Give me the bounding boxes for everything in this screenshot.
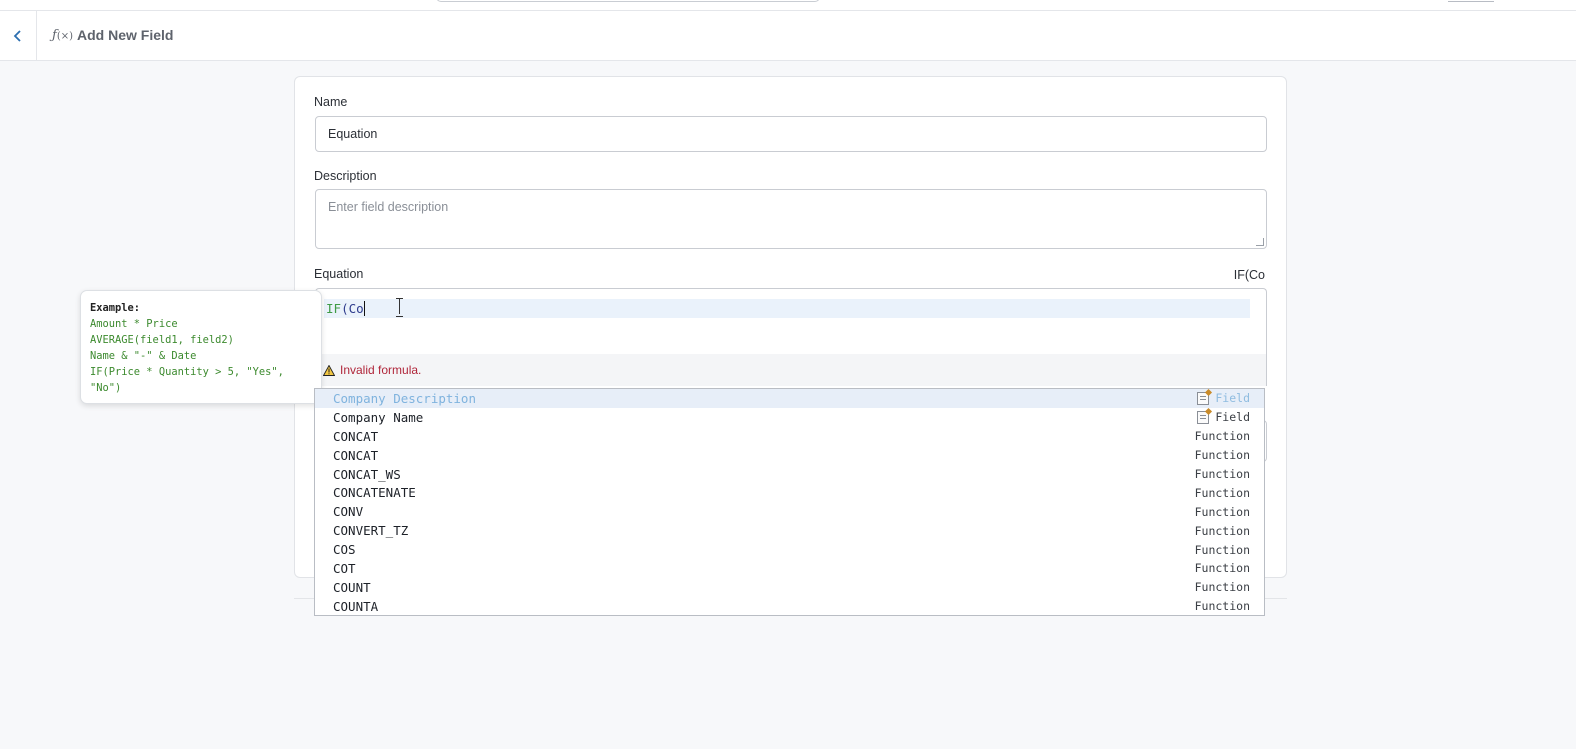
autocomplete-option-type: Function xyxy=(1195,559,1250,578)
tooltip-example: Name & "-" & Date xyxy=(90,350,197,362)
autocomplete-option-label: COT xyxy=(333,560,356,576)
autocomplete-option-type: Function xyxy=(1195,427,1250,446)
description-label: Description xyxy=(314,169,377,183)
autocomplete-option-label: COUNT xyxy=(333,579,371,595)
equation-editor[interactable]: IF(Co xyxy=(315,288,1267,354)
autocomplete-option-label: CONCATENATE xyxy=(333,485,416,501)
autocomplete-option-label: Company Name xyxy=(333,409,424,425)
global-search-input[interactable] xyxy=(436,0,820,2)
autocomplete-option-type: Function xyxy=(1195,521,1250,540)
autocomplete-option[interactable]: CONCATENATE Function xyxy=(315,483,1264,502)
autocomplete-option-type-label: Function xyxy=(1194,429,1250,444)
tooltip-heading: Example: xyxy=(90,302,141,314)
autocomplete-option-label: COS xyxy=(333,542,356,558)
tooltip-example: AVERAGE(field1, field2) xyxy=(90,334,234,346)
tooltip-example: Amount * Price xyxy=(90,318,178,330)
autocomplete-option[interactable]: CONVERT_TZ Function xyxy=(315,521,1264,540)
autocomplete-option[interactable]: CONCAT Function xyxy=(315,446,1264,465)
autocomplete-option-type-label: Function xyxy=(1194,467,1250,481)
autocomplete-option-label: COUNTA xyxy=(333,598,379,614)
autocomplete-option-type-label: Function xyxy=(1194,485,1250,500)
autocomplete-option-type: Function xyxy=(1195,540,1250,559)
autocomplete-option-type-label: Function xyxy=(1194,504,1250,519)
autocomplete-option-label: CONCAT xyxy=(333,447,379,463)
autocomplete-option-type: Field xyxy=(1197,408,1250,427)
autocomplete-option[interactable]: COUNTA Function xyxy=(315,597,1264,615)
autocomplete-option-type-label: Function xyxy=(1194,542,1250,557)
autocomplete-option-type-label: Function xyxy=(1194,523,1250,538)
active-line-highlight xyxy=(324,299,1250,318)
page-header: ƒ(×) Add New Field xyxy=(0,11,1576,61)
chevron-left-icon xyxy=(13,29,21,42)
name-label: Name xyxy=(314,95,348,109)
autocomplete-option-type: Function xyxy=(1195,502,1250,521)
autocomplete-option-label: Company Description xyxy=(333,390,476,406)
autocomplete-option[interactable]: COS Function xyxy=(315,540,1264,559)
autocomplete-option[interactable]: CONCAT Function xyxy=(315,427,1264,446)
formula-error: Invalid formula. xyxy=(315,354,1267,386)
page-title: ƒ(×) Add New Field xyxy=(52,27,173,43)
user-menu[interactable] xyxy=(1448,0,1494,2)
name-field[interactable]: Equation xyxy=(315,116,1267,152)
autocomplete-option[interactable]: Company Name Field xyxy=(315,408,1264,427)
formula-examples-tooltip: Example: Amount * Price AVERAGE(field1, … xyxy=(80,290,322,404)
autocomplete-option-type-label: Function xyxy=(1194,599,1250,614)
autocomplete-option-label: CONCAT_WS xyxy=(333,466,401,482)
document-icon xyxy=(1197,410,1210,424)
autocomplete-option[interactable]: COT Function xyxy=(315,559,1264,578)
text-caret xyxy=(363,301,365,316)
page-title-text: Add New Field xyxy=(77,27,174,43)
description-placeholder: Enter field description xyxy=(328,200,449,214)
autocomplete-option-type: Function xyxy=(1195,446,1250,465)
autocomplete-option-label: CONV xyxy=(333,504,364,520)
back-button[interactable] xyxy=(0,11,37,60)
error-text: Invalid formula. xyxy=(340,363,422,377)
document-icon xyxy=(1197,391,1210,405)
autocomplete-dropdown[interactable]: Company Description Field Company Name Fiel… xyxy=(314,388,1265,616)
autocomplete-option-label: CONVERT_TZ xyxy=(333,523,409,539)
autocomplete-option-type-label: Field xyxy=(1215,410,1250,425)
autocomplete-option[interactable]: CONCAT_WS Function xyxy=(315,465,1264,484)
top-navbar xyxy=(0,0,1576,11)
autocomplete-option-type: Function xyxy=(1195,465,1250,484)
autocomplete-option-type: Function xyxy=(1194,597,1250,615)
function-icon: ƒ(×) xyxy=(52,27,73,43)
resize-handle-icon[interactable] xyxy=(1256,238,1264,246)
equation-preview: IF(Co xyxy=(1233,268,1265,282)
autocomplete-option-label: CONCAT xyxy=(333,428,379,444)
equation-code: IF(Co xyxy=(326,301,365,316)
autocomplete-option-type-label: Field xyxy=(1215,391,1250,406)
description-field[interactable]: Enter field description xyxy=(315,189,1267,249)
ibeam-cursor-icon xyxy=(396,298,404,317)
autocomplete-option[interactable]: CONV Function xyxy=(315,502,1264,521)
tooltip-example: "No") xyxy=(90,382,122,394)
autocomplete-option-type-label: Function xyxy=(1194,580,1250,595)
autocomplete-option-type: Field xyxy=(1197,389,1250,408)
autocomplete-option-type: Function xyxy=(1195,578,1250,597)
autocomplete-option[interactable]: Company Description Field xyxy=(315,389,1264,408)
autocomplete-option-type-label: Function xyxy=(1194,448,1250,463)
autocomplete-option-type: Function xyxy=(1195,483,1250,502)
equation-label: Equation xyxy=(314,267,364,281)
warning-icon xyxy=(323,364,335,376)
tooltip-example: IF(Price * Quantity > 5, "Yes", xyxy=(90,366,284,378)
autocomplete-option-type-label: Function xyxy=(1194,561,1250,576)
autocomplete-option[interactable]: COUNT Function xyxy=(315,578,1264,597)
